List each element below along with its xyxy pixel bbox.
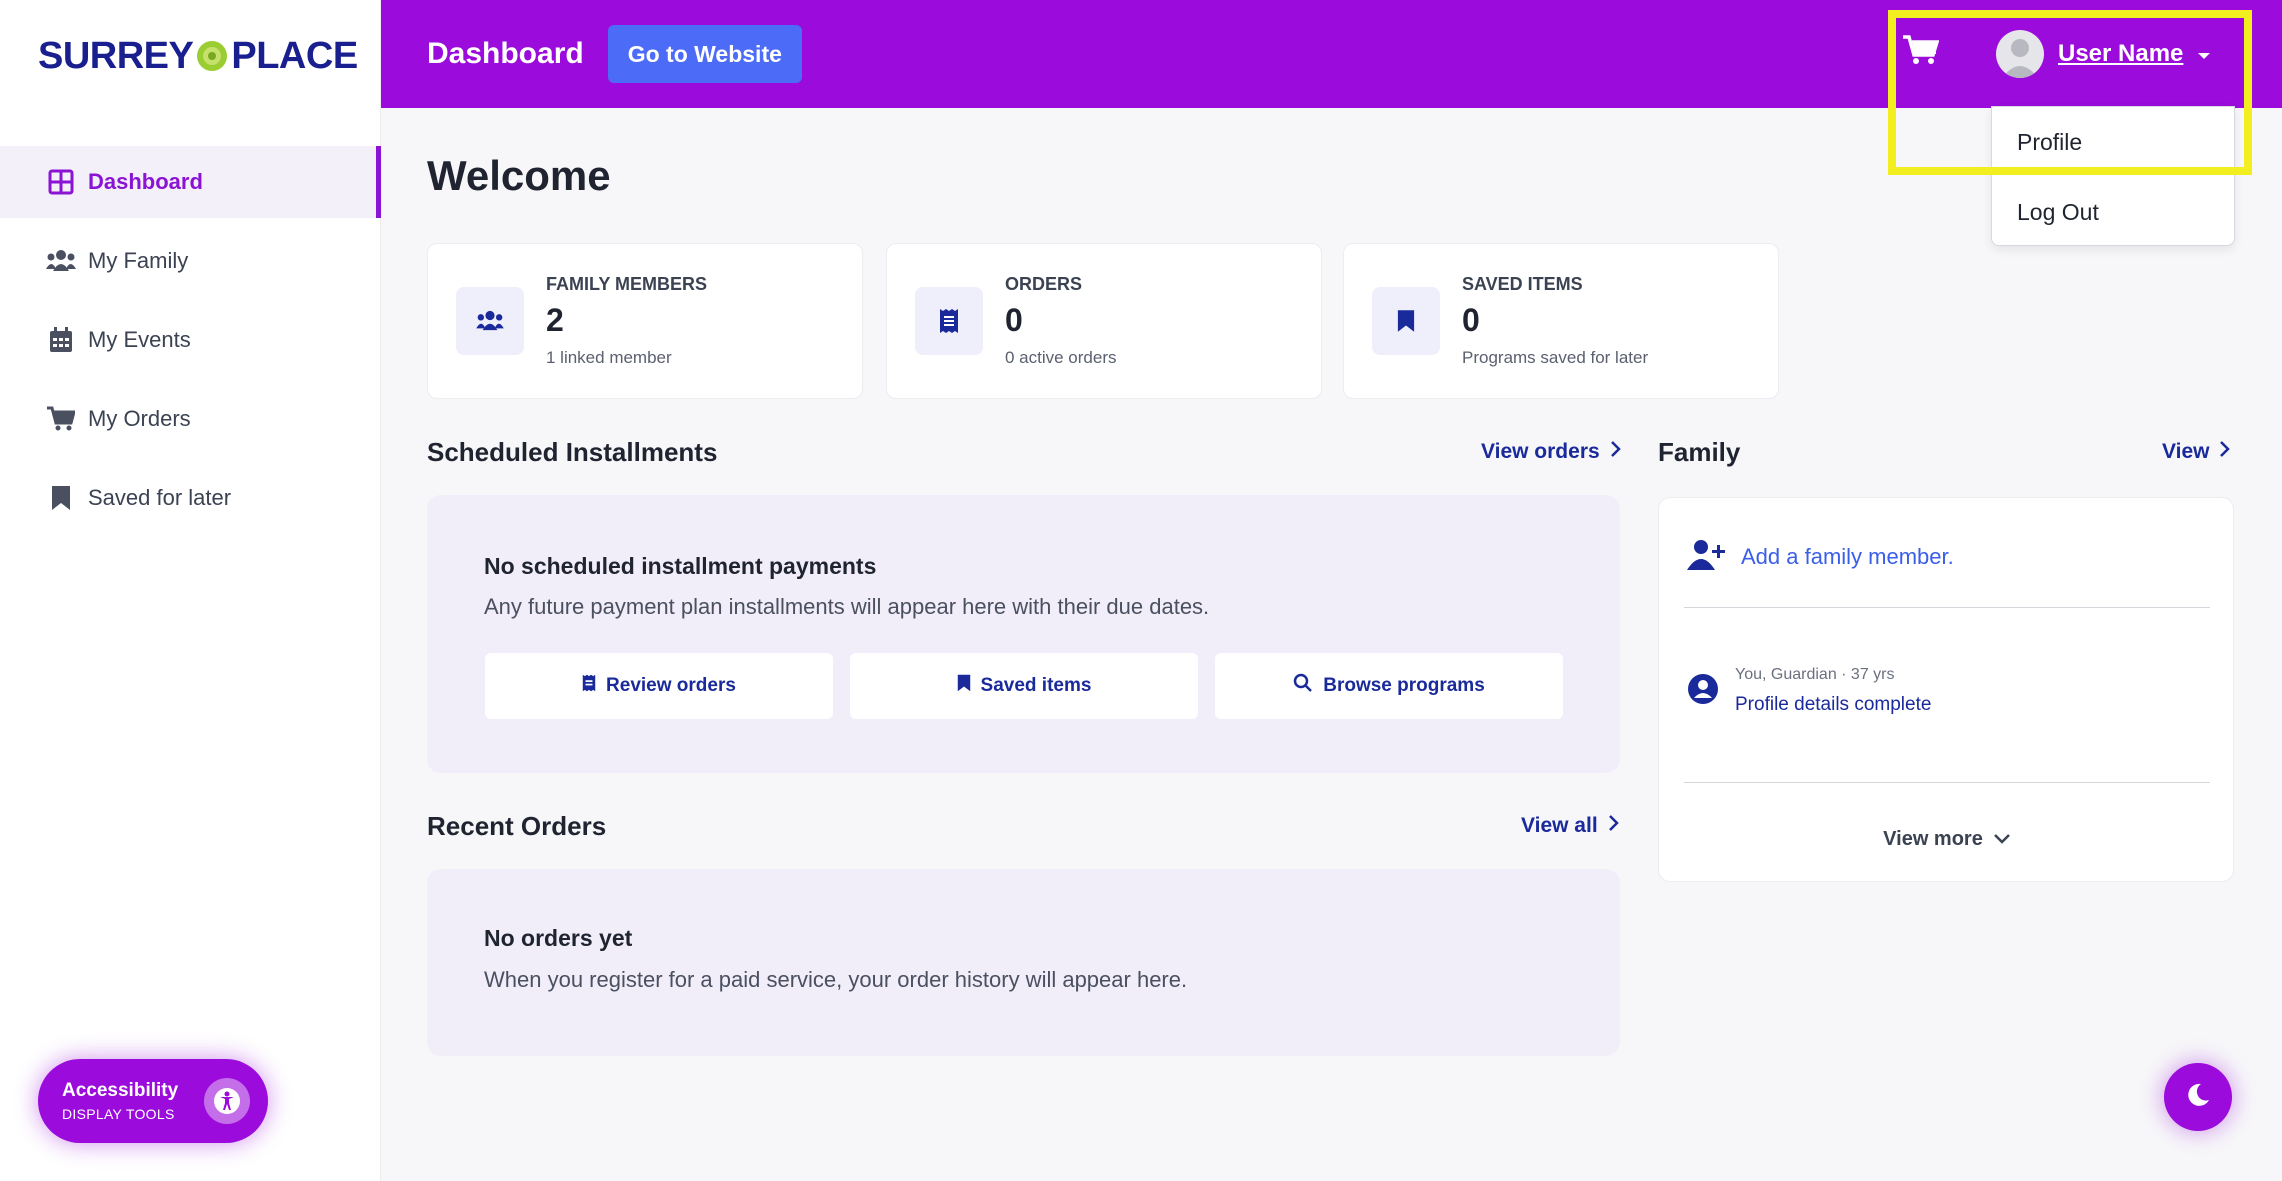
- search-icon: [1293, 673, 1313, 699]
- receipt-icon: [915, 287, 983, 355]
- sidebar-item-label: My Events: [88, 327, 191, 352]
- installments-title: Scheduled Installments: [427, 437, 718, 467]
- logo-text-right: PLACE: [231, 34, 358, 77]
- stat-value: 2: [546, 302, 564, 338]
- accessibility-icon: [204, 1078, 250, 1124]
- user-name: User Name: [2058, 40, 2184, 67]
- flower-logo-icon: [197, 41, 228, 71]
- sidebar-item-label: My Family: [88, 248, 189, 273]
- review-orders-label: Review orders: [606, 675, 736, 696]
- sidebar-item-my-family[interactable]: My Family: [0, 225, 381, 297]
- avatar: [1996, 30, 2044, 78]
- sidebar-item-my-events[interactable]: My Events: [0, 304, 381, 376]
- stat-card-family-members[interactable]: FAMILY MEMBERS 2 1 linked member: [427, 243, 863, 399]
- view-orders-link[interactable]: View orders: [1481, 440, 1622, 464]
- sidebar-item-label: My Orders: [88, 406, 191, 431]
- bookmark-icon: [957, 674, 971, 698]
- view-more-label: View more: [1883, 828, 1983, 850]
- sidebar-item-label: Dashboard: [88, 169, 203, 194]
- stat-subtext: 0 active orders: [1005, 348, 1117, 367]
- logo[interactable]: SURREY PLACE: [38, 34, 358, 77]
- receipt-icon: [582, 674, 596, 698]
- stat-label: ORDERS: [1005, 274, 1083, 294]
- accessibility-title: Accessibility: [62, 1080, 179, 1101]
- orders-empty-title: No orders yet: [484, 925, 633, 951]
- recent-orders-title: Recent Orders: [427, 811, 607, 841]
- chevron-right-icon: [1608, 814, 1620, 838]
- user-dropdown-menu: Profile Log Out: [1991, 106, 2235, 246]
- divider: [1684, 782, 2210, 783]
- review-orders-button[interactable]: Review orders: [485, 653, 833, 719]
- dark-mode-toggle[interactable]: [2164, 1063, 2232, 1131]
- orders-empty-desc: When you register for a paid service, yo…: [484, 967, 1188, 992]
- view-label: View: [2162, 440, 2210, 463]
- add-user-icon: [1687, 538, 1727, 576]
- saved-items-label: Saved items: [980, 675, 1092, 696]
- installments-panel: No scheduled installment payments Any fu…: [427, 495, 1620, 773]
- sidebar-item-dashboard[interactable]: Dashboard: [0, 146, 381, 218]
- stat-subtext: Programs saved for later: [1462, 348, 1649, 367]
- cart-icon: [46, 404, 76, 434]
- caret-down-icon: [2197, 40, 2211, 68]
- app-root: SURREY PLACE Dashboard My Family My Even…: [0, 0, 2282, 1181]
- browse-programs-label: Browse programs: [1323, 675, 1485, 696]
- add-family-member-link[interactable]: Add a family member.: [1687, 538, 1954, 576]
- user-circle-icon: [1687, 673, 1719, 710]
- browse-programs-button[interactable]: Browse programs: [1215, 653, 1563, 719]
- menu-item-log-out[interactable]: Log Out: [1992, 177, 2234, 247]
- accessibility-tools-button[interactable]: Accessibility DISPLAY TOOLS: [38, 1059, 268, 1143]
- menu-item-profile[interactable]: Profile: [1992, 107, 2234, 177]
- stat-value: 0: [1005, 302, 1023, 338]
- member-status: Profile details complete: [1735, 694, 1932, 715]
- sidebar-item-label: Saved for later: [88, 485, 232, 510]
- sidebar-item-saved-for-later[interactable]: Saved for later: [0, 462, 381, 534]
- page-title: Dashboard: [427, 37, 584, 70]
- view-all-orders-link[interactable]: View all: [1521, 814, 1620, 838]
- chevron-right-icon: [2219, 440, 2231, 464]
- sidebar-item-my-orders[interactable]: My Orders: [0, 383, 381, 455]
- sidebar: SURREY PLACE Dashboard My Family My Even…: [0, 0, 381, 1181]
- add-family-member-label: Add a family member.: [1741, 544, 1954, 569]
- people-icon: [456, 287, 524, 355]
- family-card: Add a family member. You, Guardian · 37 …: [1658, 497, 2234, 882]
- view-family-link[interactable]: View: [2162, 440, 2231, 464]
- user-menu-toggle[interactable]: User Name: [1996, 28, 2211, 80]
- stat-label: FAMILY MEMBERS: [546, 274, 708, 294]
- chevron-right-icon: [1610, 440, 1622, 464]
- family-title: Family: [1658, 437, 1741, 467]
- accessibility-subtitle: DISPLAY TOOLS: [62, 1106, 175, 1122]
- stat-value: 0: [1462, 302, 1480, 338]
- moon-icon: [2185, 1082, 2211, 1113]
- sidebar-nav: Dashboard My Family My Events My Orders: [0, 146, 381, 541]
- people-icon: [46, 246, 76, 276]
- installments-empty-title: No scheduled installment payments: [484, 553, 877, 579]
- family-member-row[interactable]: You, Guardian · 37 yrs Profile details c…: [1687, 666, 1931, 716]
- top-header: Dashboard Go to Website User Name: [381, 0, 2282, 108]
- installments-empty-desc: Any future payment plan installments wil…: [484, 594, 1210, 619]
- view-orders-label: View orders: [1481, 440, 1600, 463]
- stat-card-orders[interactable]: ORDERS 0 0 active orders: [886, 243, 1322, 399]
- view-all-label: View all: [1521, 814, 1598, 837]
- divider: [1684, 607, 2210, 608]
- go-to-website-button[interactable]: Go to Website: [607, 25, 802, 83]
- grid-icon: [46, 167, 76, 197]
- view-more-button[interactable]: View more: [1659, 828, 2235, 851]
- logo-text-left: SURREY: [38, 34, 194, 77]
- accessibility-text: Accessibility DISPLAY TOOLS: [62, 1080, 178, 1122]
- stat-label: SAVED ITEMS: [1462, 274, 1583, 294]
- stat-subtext: 1 linked member: [546, 348, 672, 367]
- saved-items-button[interactable]: Saved items: [850, 653, 1198, 719]
- bookmark-icon: [1372, 287, 1440, 355]
- recent-orders-panel: No orders yet When you register for a pa…: [427, 869, 1620, 1056]
- welcome-heading: Welcome: [427, 152, 611, 199]
- member-meta: You, Guardian · 37 yrs: [1735, 666, 1895, 683]
- calendar-icon: [46, 325, 76, 355]
- cart-icon[interactable]: [1903, 34, 1943, 74]
- bookmark-icon: [46, 483, 76, 513]
- chevron-down-icon: [1993, 828, 2011, 851]
- stat-card-saved-items[interactable]: SAVED ITEMS 0 Programs saved for later: [1343, 243, 1779, 399]
- member-info: You, Guardian · 37 yrs Profile details c…: [1735, 666, 1931, 716]
